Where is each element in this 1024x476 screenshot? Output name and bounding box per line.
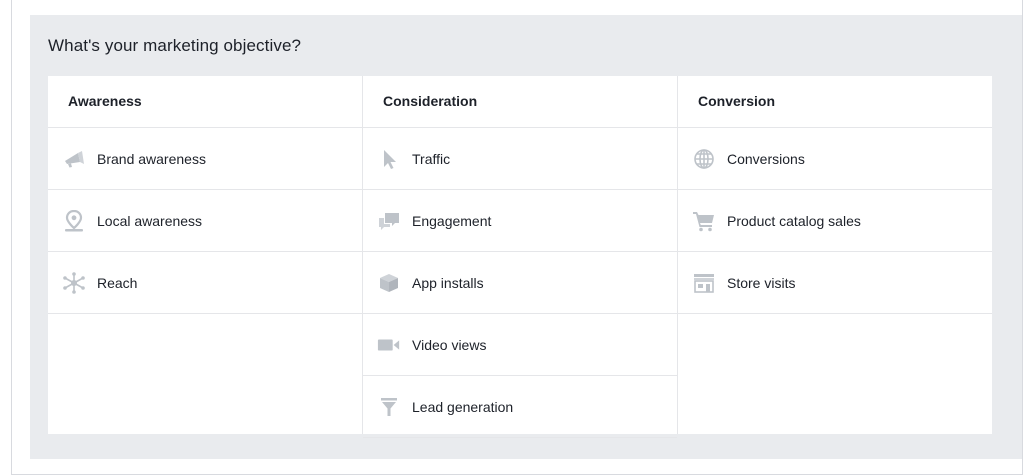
objective-app-installs[interactable]: App installs [363, 252, 677, 314]
objective-traffic[interactable]: Traffic [363, 128, 677, 190]
network-reach-icon [62, 271, 86, 295]
objective-label: Lead generation [412, 398, 514, 415]
objective-reach[interactable]: Reach [48, 252, 362, 314]
objective-label: Traffic [412, 150, 451, 167]
objective-conversions[interactable]: Conversions [678, 128, 992, 190]
cursor-arrow-icon [377, 147, 401, 171]
box-icon [377, 271, 401, 295]
objective-board: Awareness Brand awareness Local awarenes… [48, 76, 992, 438]
globe-icon [692, 147, 716, 171]
objective-label: Reach [97, 274, 138, 291]
objective-panel: What's your marketing objective? Awarene… [30, 15, 1022, 459]
column-header-consideration: Consideration [363, 76, 677, 128]
shopping-cart-icon [692, 209, 716, 233]
objective-label: Local awareness [97, 212, 203, 229]
objective-engagement[interactable]: Engagement [363, 190, 677, 252]
column-awareness: Awareness Brand awareness Local awarenes… [48, 76, 363, 434]
objective-label: Video views [412, 336, 487, 353]
column-header-conversion: Conversion [678, 76, 992, 128]
chat-bubbles-icon [377, 209, 401, 233]
objective-question: What's your marketing objective? [48, 36, 302, 55]
objective-lead-generation[interactable]: Lead generation [363, 376, 677, 438]
column-consideration: Consideration Traffic Engagement App ins… [363, 76, 678, 438]
objective-label: Conversions [727, 150, 805, 167]
column-conversion: Conversion Conversions Product catalog s… [678, 76, 992, 434]
objective-local-awareness[interactable]: Local awareness [48, 190, 362, 252]
column-header-awareness: Awareness [48, 76, 362, 128]
video-camera-icon [377, 333, 401, 357]
funnel-icon [377, 395, 401, 419]
objective-label: App installs [412, 274, 484, 291]
objective-label: Brand awareness [97, 150, 206, 167]
megaphone-icon [62, 147, 86, 171]
objective-product-catalog-sales[interactable]: Product catalog sales [678, 190, 992, 252]
objective-label: Store visits [727, 274, 796, 291]
objective-label: Product catalog sales [727, 212, 861, 229]
objective-video-views[interactable]: Video views [363, 314, 677, 376]
objective-label: Engagement [412, 212, 492, 229]
objective-brand-awareness[interactable]: Brand awareness [48, 128, 362, 190]
storefront-icon [692, 271, 716, 295]
location-pin-icon [62, 209, 86, 233]
objective-store-visits[interactable]: Store visits [678, 252, 992, 314]
